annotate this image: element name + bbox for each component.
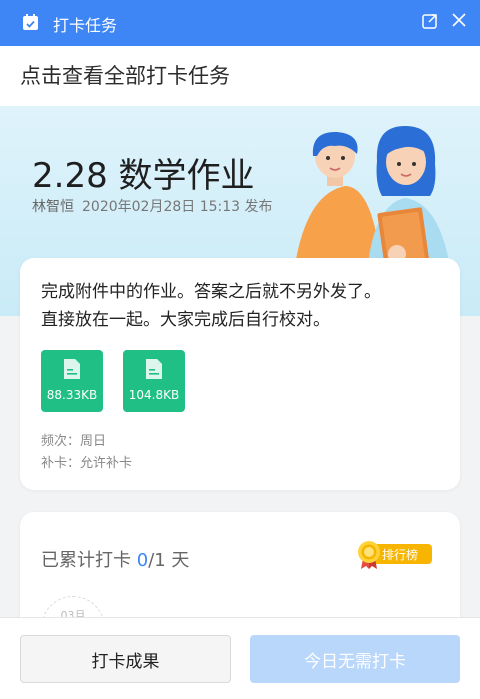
attachment-file-2[interactable]: 104.8KB [123,350,185,412]
checkin-count: 已累计打卡 0/1 天 [41,546,189,572]
attachment-size: 104.8KB [128,388,180,402]
open-external-icon[interactable] [421,12,439,30]
task-content: 完成附件中的作业。答案之后就不另外发了。 直接放在一起。大家完成后自行校对。 [41,278,441,334]
ranking-button[interactable]: 排行榜 [356,540,434,569]
task-meta: 林智恒 2020年02月28日 15:13 发布 [32,196,273,216]
publish-time: 2020年02月28日 15:13 发布 [82,199,273,215]
document-icon [146,359,162,379]
ranking-label: 排行榜 [382,548,419,562]
view-all-tasks-link[interactable]: 点击查看全部打卡任务 [0,46,480,106]
count-done: 0 [136,550,149,571]
count-total: /1 天 [148,550,190,571]
task-title: 2.28 数学作业 [32,156,255,196]
count-prefix: 已累计打卡 [41,550,137,571]
window-title: 打卡任务 [53,16,118,35]
content-line-2: 直接放在一起。大家完成后自行校对。 [41,310,330,330]
document-icon [64,359,80,379]
checkin-results-button[interactable]: 打卡成果 [20,635,231,683]
view-all-label: 点击查看全部打卡任务 [20,64,230,88]
task-detail-card: 完成附件中的作业。答案之后就不另外发了。 直接放在一起。大家完成后自行校对。 8… [20,258,460,490]
content-line-1: 完成附件中的作业。答案之后就不另外发了。 [41,282,381,302]
attachment-file-1[interactable]: 88.33KB [41,350,103,412]
makeup-text: 补卡：允许补卡 [41,456,133,471]
action-footer: 打卡成果 今日无需打卡 [0,617,480,699]
no-checkin-today-button[interactable]: 今日无需打卡 [250,635,460,683]
medal-icon [358,541,380,569]
attachment-size: 88.33KB [46,388,98,402]
calendar-icon [23,14,38,30]
title-bar: 打卡任务 [0,0,480,46]
frequency-text: 频次：周日 [41,434,107,449]
author-name: 林智恒 [32,199,74,215]
close-icon[interactable] [450,11,468,29]
